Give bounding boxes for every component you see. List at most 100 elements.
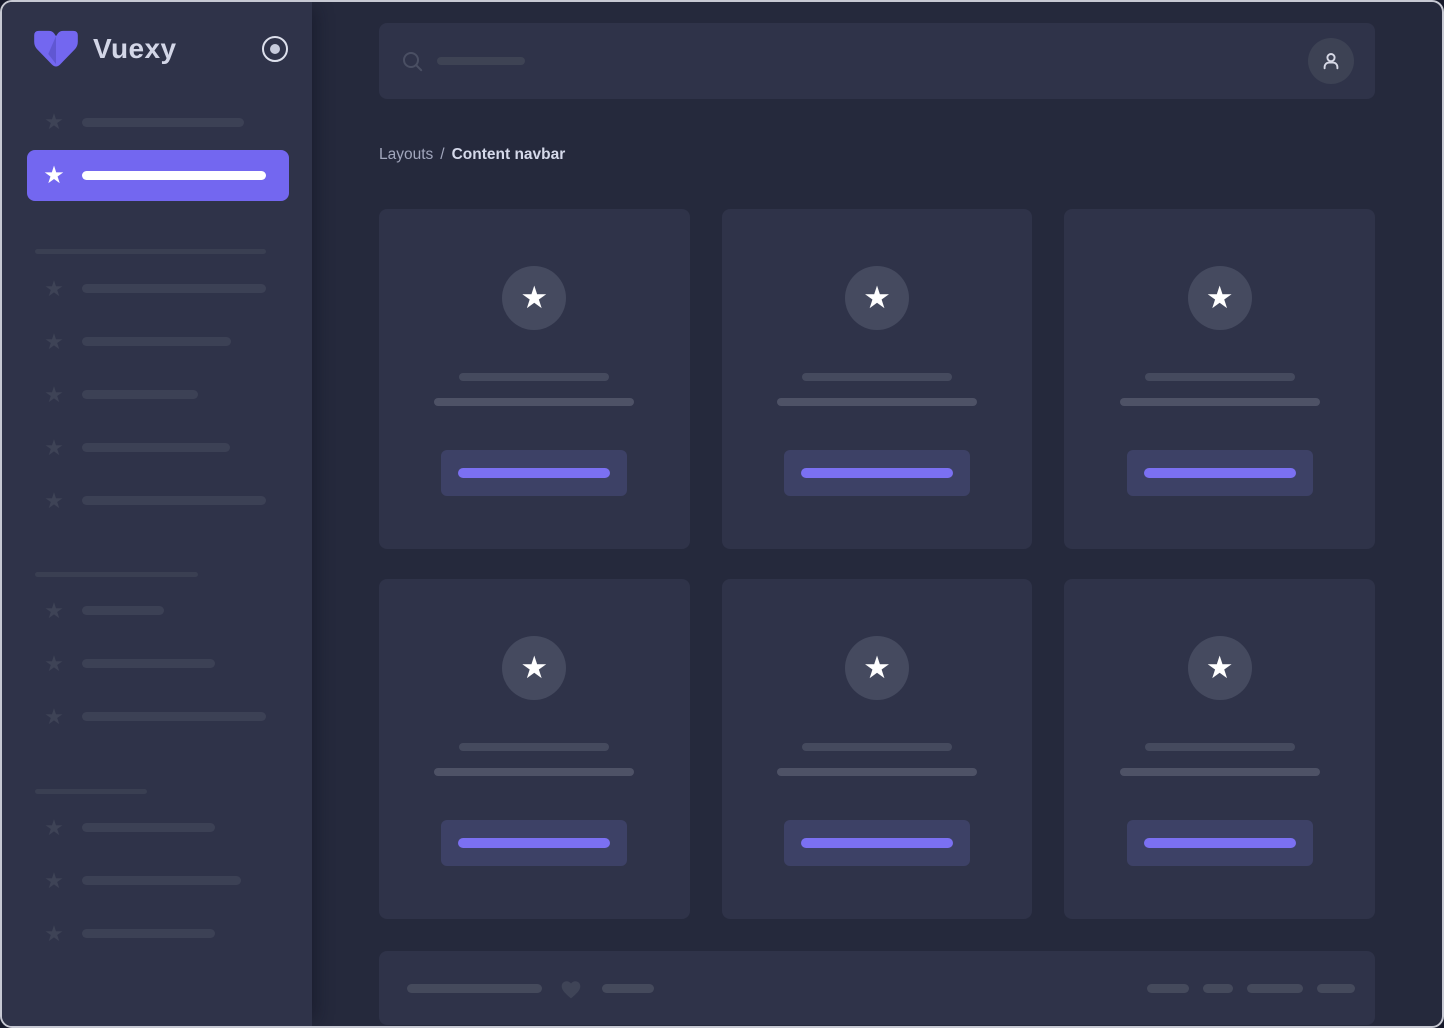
sidebar-item[interactable]: ★ (2, 801, 312, 854)
card-skeleton-bar (802, 743, 952, 751)
breadcrumb-current: Content navbar (452, 146, 566, 163)
placeholder-card: ★ (722, 209, 1033, 549)
card-badge-circle: ★ (1188, 266, 1252, 330)
card-action-button[interactable] (1127, 450, 1313, 496)
card-skeleton-bar (1120, 398, 1320, 406)
card-badge-circle: ★ (845, 266, 909, 330)
star-icon: ★ (863, 282, 891, 313)
star-icon: ★ (42, 277, 66, 301)
sidebar-item[interactable]: ★ (2, 474, 312, 527)
sidebar-item[interactable]: ★ (2, 907, 312, 960)
button-skeleton-bar (801, 838, 953, 848)
star-icon: ★ (42, 869, 66, 893)
user-icon (1319, 49, 1343, 73)
sidebar-item-skeleton-bar (82, 496, 266, 505)
card-badge-circle: ★ (1188, 636, 1252, 700)
sidebar-item-skeleton-bar (82, 823, 215, 832)
card-action-button[interactable] (441, 820, 627, 866)
card-skeleton-bar (459, 743, 609, 751)
sidebar-item[interactable]: ★ (2, 584, 312, 637)
star-icon: ★ (42, 652, 66, 676)
card-action-button[interactable] (784, 820, 970, 866)
breadcrumb-separator: / (440, 146, 444, 163)
star-icon: ★ (42, 489, 66, 513)
card-grid: ★ ★ ★ ★ (379, 209, 1375, 919)
sidebar-item[interactable]: ★ (2, 421, 312, 474)
sidebar-section-header (2, 789, 312, 794)
breadcrumb-link-layouts[interactable]: Layouts (379, 146, 433, 163)
star-icon: ★ (1206, 282, 1234, 313)
sidebar-item[interactable]: ★ (2, 368, 312, 421)
placeholder-card: ★ (1064, 209, 1375, 549)
circle-dot-inner (270, 44, 280, 54)
search-icon (402, 51, 423, 72)
card-skeleton-bar (1145, 743, 1295, 751)
section-header-skeleton-bar (35, 572, 198, 577)
star-icon: ★ (1206, 652, 1234, 683)
footer-skeleton-bar (602, 984, 654, 993)
star-icon: ★ (42, 110, 66, 134)
sidebar-header: Vuexy (2, 2, 312, 96)
card-skeleton-bar (1120, 768, 1320, 776)
sidebar-item-skeleton-bar (82, 390, 198, 399)
user-avatar[interactable] (1308, 38, 1354, 84)
card-skeleton-bar (802, 373, 952, 381)
star-icon: ★ (42, 816, 66, 840)
star-icon: ★ (42, 383, 66, 407)
main-content: Layouts / Content navbar ★ ★ ★ (312, 2, 1442, 1026)
placeholder-card: ★ (1064, 579, 1375, 919)
card-skeleton-bar (1145, 373, 1295, 381)
sidebar-item-skeleton-bar (82, 712, 266, 721)
breadcrumb: Layouts / Content navbar (379, 145, 1375, 165)
star-icon: ★ (42, 330, 66, 354)
footer-links-group (1147, 984, 1355, 993)
card-skeleton-bar (434, 768, 634, 776)
sidebar-item-active[interactable]: ★ (27, 150, 289, 201)
footer-skeleton-bar (407, 984, 542, 993)
footer-card (379, 951, 1375, 1025)
sidebar-item-skeleton-bar (82, 443, 230, 452)
card-action-button[interactable] (441, 450, 627, 496)
sidebar-item-skeleton-bar (82, 284, 266, 293)
card-action-button[interactable] (784, 450, 970, 496)
search-input[interactable] (379, 23, 1375, 99)
card-skeleton-bar (777, 398, 977, 406)
footer-skeleton-bar (1147, 984, 1189, 993)
sidebar-item-skeleton-bar (82, 659, 215, 668)
sidebar-item[interactable]: ★ (2, 262, 312, 315)
card-skeleton-bar (434, 398, 634, 406)
button-skeleton-bar (801, 468, 953, 478)
sidebar-item-skeleton-bar (82, 118, 244, 127)
sidebar-item[interactable]: ★ (2, 854, 312, 907)
button-skeleton-bar (458, 468, 610, 478)
star-icon: ★ (520, 282, 548, 313)
card-badge-circle: ★ (502, 636, 566, 700)
star-icon: ★ (42, 436, 66, 460)
sidebar-item-skeleton-bar (82, 876, 241, 885)
card-skeleton-bar (459, 373, 609, 381)
star-icon: ★ (42, 599, 66, 623)
sidebar-item[interactable]: ★ (2, 96, 312, 148)
sidebar-item-skeleton-bar (82, 929, 215, 938)
footer-skeleton-bar (1203, 984, 1233, 993)
sidebar-item[interactable]: ★ (2, 637, 312, 690)
sidebar-item[interactable]: ★ (2, 315, 312, 368)
sidebar-item-skeleton-bar (82, 171, 266, 180)
card-badge-circle: ★ (845, 636, 909, 700)
footer-skeleton-bar (1247, 984, 1303, 993)
star-icon: ★ (42, 705, 66, 729)
heart-icon (558, 976, 584, 1000)
footer-skeleton-bar (1317, 984, 1355, 993)
placeholder-card: ★ (379, 579, 690, 919)
sidebar-section-header (2, 249, 312, 254)
search-placeholder-skeleton-bar (437, 57, 525, 65)
card-action-button[interactable] (1127, 820, 1313, 866)
sidebar-item[interactable]: ★ (2, 690, 312, 743)
circle-dot-icon[interactable] (262, 36, 288, 62)
section-header-skeleton-bar (35, 789, 147, 794)
placeholder-card: ★ (722, 579, 1033, 919)
button-skeleton-bar (1144, 468, 1296, 478)
vuexy-logo-icon (32, 29, 80, 69)
sidebar-item-skeleton-bar (82, 606, 164, 615)
placeholder-card: ★ (379, 209, 690, 549)
